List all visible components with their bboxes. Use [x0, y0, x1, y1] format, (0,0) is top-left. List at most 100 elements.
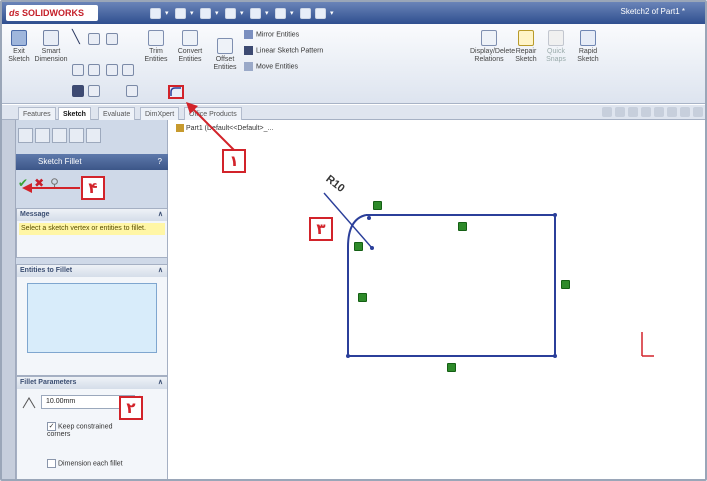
linear-sketch-pattern-button[interactable]: Linear Sketch Pattern [244, 46, 323, 55]
entities-header[interactable]: Entities to Fillet [17, 265, 167, 277]
repair-sketch-button[interactable]: Repair Sketch [512, 30, 540, 64]
display-delete-relations-button[interactable]: Display/Delete Relations [470, 30, 515, 64]
zoom-to-fit-icon[interactable] [602, 107, 612, 117]
horizontal-relation-icon[interactable] [447, 363, 456, 372]
fillet-radius-icon [22, 397, 36, 409]
chevron-down-icon[interactable]: ▾ [265, 8, 271, 19]
previous-view-icon[interactable] [628, 107, 638, 117]
move-icon [244, 62, 253, 71]
undo-icon[interactable] [250, 7, 261, 19]
property-manager-title: Sketch Fillet [16, 154, 168, 170]
line-icon[interactable]: ╲ [72, 30, 84, 44]
vertical-relation-icon[interactable] [561, 280, 570, 289]
keep-visible-pin-icon[interactable]: ⚲ [50, 175, 59, 191]
spline-icon[interactable] [106, 33, 118, 45]
display-style-icon[interactable] [667, 107, 677, 117]
slot-icon[interactable] [72, 85, 84, 97]
appearance-icon[interactable] [693, 107, 703, 117]
property-manager-actions: ✔ ✖ ⚲ [18, 175, 59, 191]
tab-dimxpert[interactable]: DimXpert [140, 107, 180, 120]
smart-dimension-icon [43, 30, 59, 46]
command-manager: Exit Sketch Smart Dimension ╲ Trim Entit… [2, 24, 705, 104]
move-entities-button[interactable]: Move Entities [244, 62, 298, 71]
quick-snaps-button[interactable]: Quick Snaps [542, 30, 570, 64]
tab-office-products[interactable]: Office Products [184, 107, 242, 120]
keep-constrained-checkbox[interactable]: ✓ Keep constrained corners [47, 422, 131, 439]
polygon-icon[interactable] [106, 64, 118, 76]
quick-access-toolbar: ▾ ▾ ▾ ▾ ▾ ▾ ▾ [150, 6, 336, 20]
chevron-down-icon[interactable]: ▾ [330, 8, 336, 19]
save-icon[interactable] [200, 7, 211, 19]
sketch-point[interactable] [553, 213, 557, 217]
document-title: Sketch2 of Part1 * [620, 7, 685, 16]
property-manager-icon[interactable] [35, 128, 50, 143]
exit-sketch-button[interactable]: Exit Sketch [6, 30, 32, 64]
convert-entities-button[interactable]: Convert Entities [174, 30, 206, 64]
view-orientation-icon[interactable] [654, 107, 664, 117]
chevron-down-icon[interactable]: ▾ [190, 8, 196, 19]
section-view-icon[interactable] [641, 107, 651, 117]
sketch-point[interactable] [346, 354, 350, 358]
message-group: Message Select a sketch vertex or entiti… [16, 208, 168, 258]
fillet-parameters-group: Fillet Parameters 10.00mm ▲▼ ✓Keep const… [16, 376, 168, 479]
manager-tabs [16, 128, 168, 146]
ok-check-icon[interactable]: ✔ [18, 175, 28, 191]
new-document-icon[interactable] [150, 7, 161, 19]
tab-features[interactable]: Features [18, 107, 56, 120]
trim-icon [148, 30, 164, 46]
repair-icon [518, 30, 534, 46]
options-icon[interactable] [315, 7, 326, 19]
chevron-down-icon[interactable]: ▾ [290, 8, 296, 19]
sketch-point[interactable] [553, 354, 557, 358]
sketch-profile[interactable] [347, 214, 556, 357]
hide-show-icon[interactable] [680, 107, 690, 117]
print-icon[interactable] [225, 7, 236, 19]
dimxpert-manager-icon[interactable] [69, 128, 84, 143]
chevron-down-icon[interactable]: ▾ [215, 8, 221, 19]
message-header[interactable]: Message [17, 209, 167, 221]
callout-badge-4: ۴ [81, 176, 105, 200]
ellipse-icon[interactable] [88, 85, 100, 97]
feature-manager-icon[interactable] [18, 128, 33, 143]
arc-icon[interactable] [88, 64, 100, 76]
graphics-area[interactable]: Part1 (Default<<Default>_... R10 [168, 120, 705, 479]
relations-icon [481, 30, 497, 46]
radius-row: 10.00mm ▲▼ [19, 393, 165, 411]
rebuild-icon[interactable] [300, 7, 311, 19]
sketch-fillet-button[interactable] [168, 85, 184, 99]
text-icon[interactable] [122, 64, 134, 76]
rapid-sketch-icon [580, 30, 596, 46]
chevron-down-icon[interactable]: ▾ [165, 8, 171, 19]
sketch-canvas [323, 192, 654, 358]
relation-icon[interactable] [373, 201, 382, 210]
fillet-icon [170, 87, 181, 96]
rapid-sketch-button[interactable]: Rapid Sketch [574, 30, 602, 64]
point-icon[interactable] [126, 85, 138, 97]
message-text: Select a sketch vertex or entities to fi… [19, 223, 165, 235]
mirror-entities-button[interactable]: Mirror Entities [244, 30, 299, 39]
cancel-x-icon[interactable]: ✖ [34, 175, 44, 191]
tab-sketch[interactable]: Sketch [58, 107, 91, 120]
zoom-area-icon[interactable] [615, 107, 625, 117]
horizontal-relation-icon[interactable] [458, 222, 467, 231]
solidworks-logo[interactable]: SOLIDWORKS [6, 5, 98, 21]
open-document-icon[interactable] [175, 7, 186, 19]
relation-icon[interactable] [354, 242, 363, 251]
display-manager-icon[interactable] [86, 128, 101, 143]
callout-badge-1: ۱ [222, 149, 246, 173]
tab-evaluate[interactable]: Evaluate [98, 107, 136, 120]
entities-selection-box[interactable] [27, 283, 157, 353]
chevron-down-icon[interactable]: ▾ [240, 8, 246, 19]
circle-icon[interactable] [88, 33, 100, 45]
params-header[interactable]: Fillet Parameters [17, 377, 167, 389]
configuration-manager-icon[interactable] [52, 128, 67, 143]
trim-entities-button[interactable]: Trim Entities [142, 30, 170, 64]
vertical-relation-icon[interactable] [358, 293, 367, 302]
select-icon[interactable] [275, 7, 286, 19]
dimension-each-fillet-checkbox[interactable]: Dimension each fillet [47, 459, 157, 468]
smart-dimension-button[interactable]: Smart Dimension [34, 30, 68, 64]
rectangle-icon[interactable] [72, 64, 84, 76]
offset-entities-button[interactable]: Offset Entities [210, 38, 240, 72]
sketch-point[interactable] [367, 216, 371, 220]
convert-icon [182, 30, 198, 46]
